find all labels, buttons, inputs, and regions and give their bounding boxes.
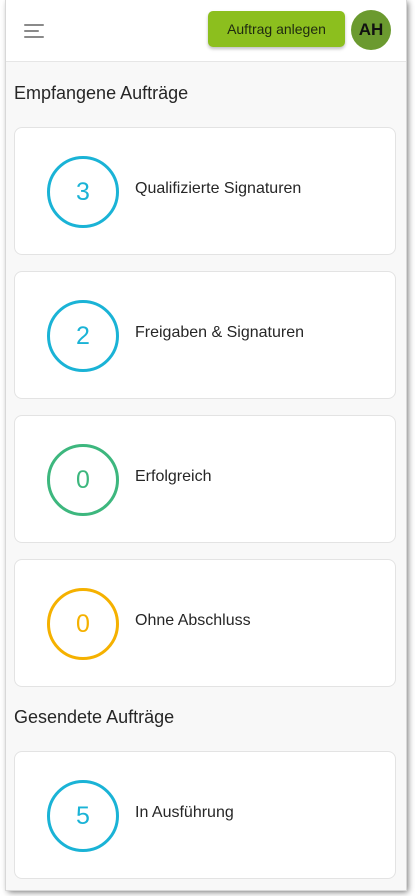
card-approvals-signatures[interactable]: 2 Freigaben & Signaturen <box>14 271 396 399</box>
card-label: Ohne Abschluss <box>135 612 251 629</box>
app-frame: Auftrag anlegen AH Empfangene Aufträge 3… <box>6 0 406 890</box>
card-label: Erfolgreich <box>135 468 212 485</box>
top-bar: Auftrag anlegen AH <box>6 0 406 62</box>
count-ring: 5 <box>47 780 119 852</box>
count-ring: 0 <box>47 444 119 516</box>
avatar[interactable]: AH <box>351 10 391 50</box>
count-ring: 3 <box>47 156 119 228</box>
card-successful[interactable]: 0 Erfolgreich <box>14 415 396 543</box>
count-ring: 0 <box>47 588 119 660</box>
card-label: Freigaben & Signaturen <box>135 324 304 341</box>
card-label: In Ausführung <box>135 804 234 821</box>
hamburger-menu-icon[interactable] <box>24 22 46 40</box>
card-qualified-signatures[interactable]: 3 Qualifizierte Signaturen <box>14 127 396 255</box>
card-without-completion[interactable]: 0 Ohne Abschluss <box>14 559 396 687</box>
received-orders-heading: Empfangene Aufträge <box>14 83 189 103</box>
count-ring: 2 <box>47 300 119 372</box>
card-label: Qualifizierte Signaturen <box>135 180 302 197</box>
create-order-button[interactable]: Auftrag anlegen <box>208 11 345 47</box>
card-in-progress[interactable]: 5 In Ausführung <box>14 751 396 879</box>
sent-orders-heading: Gesendete Aufträge <box>14 707 175 727</box>
